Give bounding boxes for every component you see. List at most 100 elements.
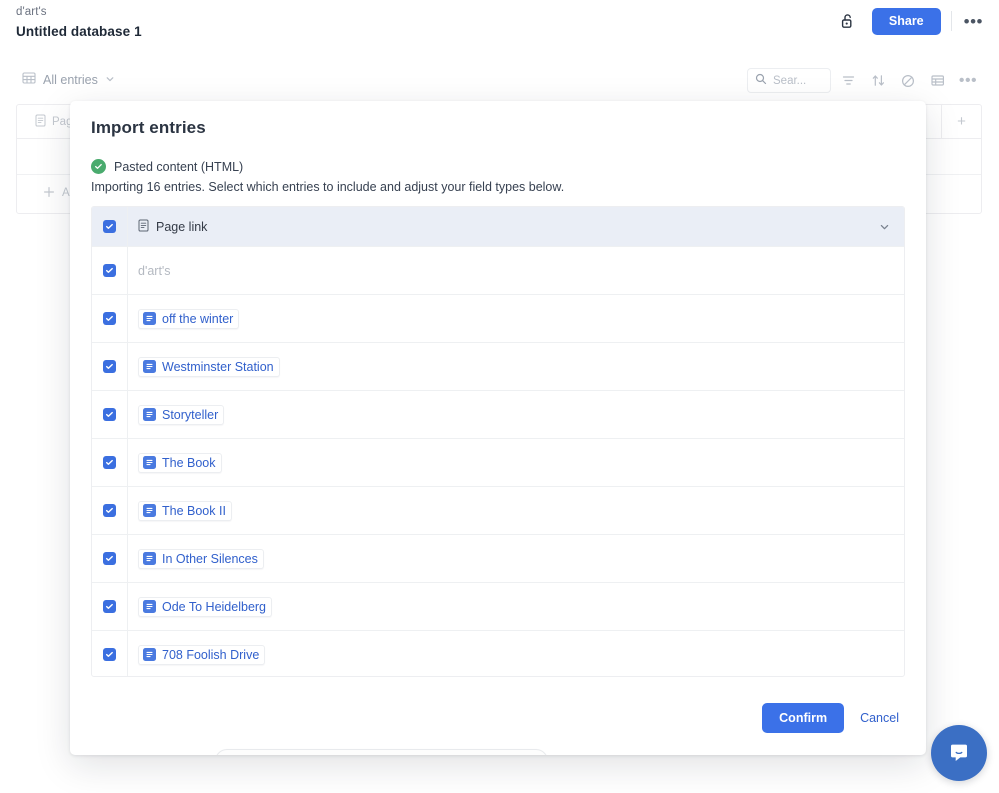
row-checkbox[interactable] bbox=[103, 360, 116, 373]
row-checkbox-cell[interactable] bbox=[92, 439, 127, 486]
page-title: Untitled database 1 bbox=[16, 24, 142, 39]
breadcrumb[interactable]: d'art's bbox=[16, 6, 47, 18]
row-height-icon[interactable] bbox=[925, 68, 951, 93]
document-icon bbox=[143, 360, 156, 373]
page-link-cell[interactable]: In Other Silences bbox=[128, 548, 904, 569]
row-checkbox[interactable] bbox=[103, 504, 116, 517]
table-row[interactable]: Westminster Station bbox=[92, 342, 904, 390]
search-icon bbox=[755, 72, 767, 90]
row-checkbox[interactable] bbox=[103, 552, 116, 565]
dialog-title: Import entries bbox=[91, 118, 206, 137]
chevron-down-icon[interactable] bbox=[105, 73, 115, 87]
row-checkbox[interactable] bbox=[103, 408, 116, 421]
row-checkbox[interactable] bbox=[103, 600, 116, 613]
row-checkbox-cell[interactable] bbox=[92, 631, 127, 676]
import-status: Pasted content (HTML) bbox=[91, 159, 243, 174]
page-link-label: 708 Foolish Drive bbox=[162, 647, 260, 662]
row-checkbox[interactable] bbox=[103, 264, 116, 277]
table-row[interactable]: Ode To Heidelberg bbox=[92, 582, 904, 630]
row-checkbox-cell[interactable] bbox=[92, 487, 127, 534]
table-row[interactable]: Storyteller bbox=[92, 390, 904, 438]
page-link-chip[interactable]: Ode To Heidelberg bbox=[138, 596, 273, 617]
row-checkbox[interactable] bbox=[103, 648, 116, 661]
page-link-label: In Other Silences bbox=[162, 551, 258, 566]
search-box[interactable] bbox=[747, 68, 831, 93]
view-toolbar: All entries Sear... ••• bbox=[0, 68, 999, 102]
page-link-label: off the winter bbox=[162, 311, 234, 326]
app-root: d'art's Untitled database 1 Share ••• Al… bbox=[0, 0, 999, 793]
search-input[interactable] bbox=[773, 74, 829, 87]
import-description: Importing 16 entries. Select which entri… bbox=[91, 180, 565, 194]
paste-pages-callout: Paste the pages bbox=[215, 749, 548, 755]
row-checkbox-cell[interactable] bbox=[92, 295, 127, 342]
filter-icon[interactable] bbox=[835, 68, 861, 93]
more-options-icon[interactable]: ••• bbox=[955, 68, 981, 93]
page-link-label: The Book bbox=[162, 455, 216, 470]
row-checkbox[interactable] bbox=[103, 456, 116, 469]
unlock-icon[interactable] bbox=[836, 8, 862, 34]
document-icon bbox=[143, 456, 156, 469]
row-checkbox-cell[interactable] bbox=[92, 535, 127, 582]
more-options-icon[interactable]: ••• bbox=[962, 13, 985, 30]
import-table-header: Page link bbox=[92, 207, 904, 246]
page-link-cell[interactable]: Ode To Heidelberg bbox=[128, 596, 904, 617]
table-row[interactable]: 708 Foolish Drive bbox=[92, 630, 904, 676]
tab-all-entries[interactable]: All entries bbox=[22, 71, 115, 88]
select-all-cell[interactable] bbox=[92, 207, 127, 246]
row-checkbox-cell[interactable] bbox=[92, 391, 127, 438]
page-link-chip[interactable]: In Other Silences bbox=[138, 548, 264, 569]
page-link-chip[interactable]: Storyteller bbox=[138, 404, 225, 425]
column-header-page-link[interactable]: Page link bbox=[128, 219, 904, 235]
row-checkbox-cell[interactable] bbox=[92, 247, 127, 294]
document-icon bbox=[143, 648, 156, 661]
table-row[interactable]: The Book II bbox=[92, 486, 904, 534]
check-circle-icon bbox=[91, 159, 106, 174]
chat-bubble-icon[interactable] bbox=[931, 725, 987, 781]
select-all-checkbox[interactable] bbox=[103, 220, 116, 233]
column-header-label: Page link bbox=[156, 219, 208, 234]
page-link-cell[interactable]: d'art's bbox=[128, 264, 904, 278]
page-link-chip[interactable]: 708 Foolish Drive bbox=[138, 644, 266, 665]
page-link-cell[interactable]: Westminster Station bbox=[128, 356, 904, 377]
page-link-cell[interactable]: The Book II bbox=[128, 500, 904, 521]
import-table-body: d'art's off the winter Westminster Station… bbox=[92, 246, 904, 676]
page-link-cell[interactable]: 708 Foolish Drive bbox=[128, 644, 904, 665]
page-link-label: Ode To Heidelberg bbox=[162, 599, 267, 614]
page-link-cell[interactable]: The Book bbox=[128, 452, 904, 473]
document-icon bbox=[143, 600, 156, 613]
chevron-down-icon[interactable] bbox=[879, 221, 890, 232]
page-link-label: d'art's bbox=[138, 263, 171, 278]
top-bar-actions: Share ••• bbox=[836, 8, 985, 35]
table-row[interactable]: off the winter bbox=[92, 294, 904, 342]
import-entries-dialog: Import entries Pasted content (HTML) Imp… bbox=[70, 101, 926, 755]
page-link-label: The Book II bbox=[162, 503, 226, 518]
confirm-button[interactable]: Confirm bbox=[762, 702, 845, 733]
top-bar: d'art's Untitled database 1 Share ••• bbox=[0, 0, 999, 58]
page-link-label: Westminster Station bbox=[162, 359, 274, 374]
add-column-button[interactable]: + bbox=[941, 105, 981, 138]
page-link-cell[interactable]: Storyteller bbox=[128, 404, 904, 425]
plus-icon bbox=[43, 186, 55, 201]
row-checkbox-cell[interactable] bbox=[92, 343, 127, 390]
page-icon bbox=[138, 219, 149, 235]
table-row[interactable]: The Book bbox=[92, 438, 904, 486]
import-table: Page link d'art's off the winter Westminst… bbox=[91, 206, 905, 677]
page-link-chip[interactable]: off the winter bbox=[138, 308, 240, 329]
page-link-chip[interactable]: Westminster Station bbox=[138, 356, 280, 377]
view-tab-label: All entries bbox=[43, 72, 98, 87]
document-icon bbox=[143, 312, 156, 325]
table-row[interactable]: In Other Silences bbox=[92, 534, 904, 582]
row-checkbox[interactable] bbox=[103, 312, 116, 325]
row-checkbox-cell[interactable] bbox=[92, 583, 127, 630]
page-link-chip[interactable]: The Book bbox=[138, 452, 222, 473]
divider bbox=[950, 11, 952, 32]
share-button[interactable]: Share bbox=[871, 8, 941, 35]
page-icon bbox=[35, 114, 46, 130]
view-tools: ••• bbox=[747, 68, 981, 93]
table-row[interactable]: d'art's bbox=[92, 246, 904, 294]
sort-icon[interactable] bbox=[865, 68, 891, 93]
hide-fields-icon[interactable] bbox=[895, 68, 921, 93]
page-link-cell[interactable]: off the winter bbox=[128, 308, 904, 329]
cancel-button[interactable]: Cancel bbox=[854, 703, 905, 734]
page-link-chip[interactable]: The Book II bbox=[138, 500, 232, 521]
